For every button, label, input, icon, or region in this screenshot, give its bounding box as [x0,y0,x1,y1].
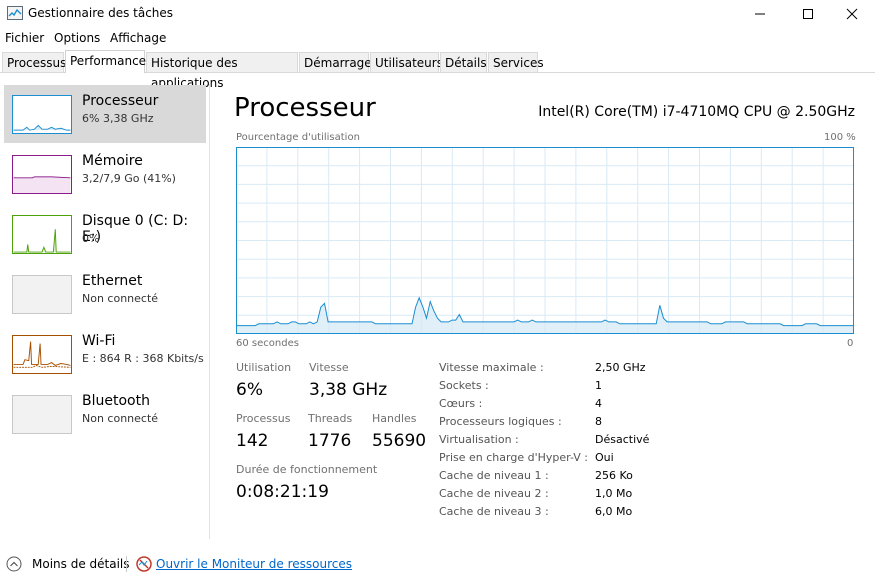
sidebar-sub-wifi: E : 864 R : 368 Kbits/s [82,352,204,365]
sidebar-sub-disque: 0% [82,232,100,245]
chart-x-start-label: 60 secondes [236,338,299,349]
sidebar-item-processeur[interactable]: Processeur 6% 3,38 GHz [4,85,206,143]
wifi-thumbnail [12,335,72,374]
sidebar-item-bluetooth[interactable]: Bluetooth Non connecté [4,385,206,443]
minimize-icon [755,13,765,15]
utilisation-label: Utilisation [236,361,292,374]
processus-value: 142 [236,431,269,451]
sidebar-label-memoire: Mémoire [82,153,143,169]
menu-fichier[interactable]: Fichier [5,31,44,45]
uptime-label: Durée de fonctionnement [236,463,378,476]
maximize-icon [803,9,813,19]
detail-label-processeurs-logiques: Processeurs logiques : [439,415,562,428]
sidebar-item-wifi[interactable]: Wi-Fi E : 864 R : 368 Kbits/s [4,325,206,383]
detail-label-sockets: Sockets : [439,379,489,392]
sidebar-divider [209,84,210,539]
detail-label-hyper-v: Prise en charge d'Hyper-V : [439,451,588,464]
footer-bar: Moins de détails Ouvrir le Moniteur de r… [0,548,875,586]
detail-label-cache-l3: Cache de niveau 3 : [439,505,549,518]
sidebar-label-ethernet: Ethernet [82,273,143,289]
sidebar-label-wifi: Wi-Fi [82,333,116,349]
tab-services[interactable]: Services [488,52,544,72]
sidebar-item-memoire[interactable]: Mémoire 3,2/7,9 Go (41%) [4,145,206,203]
sidebar-label-processeur: Processeur [82,93,159,109]
vitesse-label: Vitesse [309,361,349,374]
tab-demarrage[interactable]: Démarrage [299,52,372,72]
chart-x-end-label: 0 [847,338,854,349]
ethernet-thumbnail [12,275,72,314]
cpu-model-name: Intel(R) Core(TM) i7-4710MQ CPU @ 2.50GH… [538,104,855,120]
memoire-thumbnail [12,155,72,194]
close-button[interactable] [829,0,875,28]
tab-performance[interactable]: Performance [65,50,146,73]
tab-historique-applications[interactable]: Historique des applications [146,52,298,90]
detail-value-vitesse-max: 2,50 GHz [595,361,646,374]
detail-value-hyper-v: Oui [595,451,614,464]
performance-sidebar: Processeur 6% 3,38 GHz Mémoire 3,2/7,9 G… [0,84,208,539]
detail-value-cache-l2: 1,0 Mo [595,487,633,500]
uptime-value: 0:08:21:19 [236,482,329,502]
tab-processus[interactable]: Processus [2,52,66,72]
detail-value-coeurs: 4 [595,397,602,410]
detail-label-vitesse-max: Vitesse maximale : [439,361,544,374]
handles-value: 55690 [372,431,427,451]
vitesse-value: 3,38 GHz [309,380,388,400]
detail-label-virtualisation: Virtualisation : [439,433,519,446]
processeur-thumbnail [12,95,72,134]
task-manager-icon [7,6,23,20]
chart-y-max-label: 100 % [824,132,856,143]
sidebar-item-disque[interactable]: Disque 0 (C: D: E:) 0% [4,205,206,263]
detail-value-cache-l1: 256 Ko [595,469,633,482]
cpu-usage-graph-svg [236,147,854,334]
detail-value-sockets: 1 [595,379,602,392]
sidebar-sub-ethernet: Non connecté [82,292,159,305]
sidebar-sub-memoire: 3,2/7,9 Go (41%) [82,172,176,185]
menu-options[interactable]: Options [54,31,100,45]
window-title: Gestionnaire des tâches [28,6,174,20]
chart-y-title: Pourcentage d'utilisation [236,132,360,143]
detail-label-cache-l1: Cache de niveau 1 : [439,469,549,482]
sidebar-label-disque: Disque 0 (C: D: E:) [82,213,189,245]
disque-thumbnail [12,215,72,254]
detail-value-cache-l3: 6,0 Mo [595,505,633,518]
tab-details[interactable]: Détails [440,52,487,72]
detail-label-coeurs: Cœurs : [439,397,483,410]
sidebar-sub-processeur: 6% 3,38 GHz [82,112,154,125]
maximize-button[interactable] [785,0,831,28]
detail-value-processeurs-logiques: 8 [595,415,602,428]
utilisation-value: 6% [236,380,263,400]
handles-label: Handles [372,412,417,425]
sidebar-item-ethernet[interactable]: Ethernet Non connecté [4,265,206,323]
detail-value-virtualisation: Désactivé [595,433,650,446]
page-title: Processeur [234,93,376,123]
detail-label-cache-l2: Cache de niveau 2 : [439,487,549,500]
sidebar-sub-bluetooth: Non connecté [82,412,159,425]
sidebar-label-bluetooth: Bluetooth [82,393,150,409]
cpu-usage-graph [236,147,854,334]
tab-utilisateurs[interactable]: Utilisateurs [370,52,443,72]
chevron-up-icon[interactable] [6,556,22,572]
resource-monitor-icon [136,556,152,572]
close-icon [846,8,858,20]
bluetooth-thumbnail [12,395,72,434]
open-resource-monitor-link[interactable]: Ouvrir le Moniteur de ressources [156,557,352,571]
processus-label: Processus [236,412,291,425]
tab-bar: Processus Performance Historique des app… [0,50,875,90]
title-bar: Gestionnaire des tâches [0,0,875,28]
less-details-button[interactable]: Moins de détails [32,557,130,571]
threads-value: 1776 [308,431,352,451]
menu-affichage[interactable]: Affichage [110,31,166,45]
threads-label: Threads [308,412,353,425]
minimize-button[interactable] [737,0,783,28]
footer-divider [126,556,127,572]
menu-bar: Fichier Options Affichage [0,29,875,47]
